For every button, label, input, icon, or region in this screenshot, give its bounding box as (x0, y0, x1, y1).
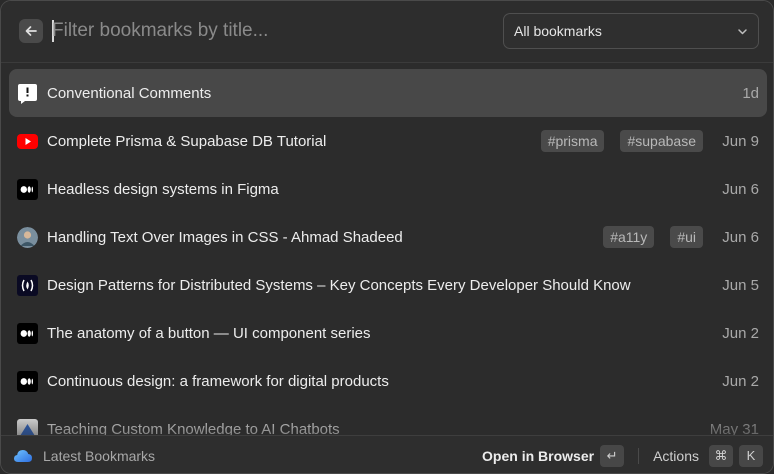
list-item[interactable]: Continuous design: a framework for digit… (9, 357, 767, 405)
list-item[interactable]: The anatomy of a button — UI component s… (9, 309, 767, 357)
freecodecamp-icon (17, 274, 38, 296)
youtube-icon (17, 131, 38, 152)
bookmark-date: Jun 9 (722, 132, 759, 150)
cloud-app-icon (14, 449, 32, 462)
list-item[interactable]: Conventional Comments 1d (9, 69, 767, 117)
search-input[interactable] (52, 15, 472, 47)
list-item[interactable]: Complete Prisma & Supabase DB Tutorial #… (9, 117, 767, 165)
bookmark-date: Jun 6 (722, 180, 759, 198)
tag-badge: #supabase (620, 130, 703, 152)
list-item[interactable]: Design Patterns for Distributed Systems … (9, 261, 767, 309)
bookmark-title: Headless design systems in Figma (47, 180, 279, 198)
list-item[interactable]: Handling Text Over Images in CSS - Ahmad… (9, 213, 767, 261)
bookmark-title: Handling Text Over Images in CSS - Ahmad… (47, 228, 403, 246)
bookmarks-window: All bookmarks Conventional Comments 1d C… (0, 0, 774, 474)
bookmark-title: Continuous design: a framework for digit… (47, 372, 389, 390)
command-key-hint: ⌘ (709, 444, 733, 467)
search-bar: All bookmarks (1, 1, 773, 63)
bookmark-title: The anatomy of a button — UI component s… (47, 324, 371, 342)
tag-badge: #ui (670, 226, 703, 248)
bookmark-filter-dropdown[interactable]: All bookmarks (503, 13, 759, 49)
bookmark-title: Teaching Custom Knowledge to AI Chatbots (47, 420, 340, 436)
bookmark-date: Jun 5 (722, 276, 759, 294)
bookmark-title: Complete Prisma & Supabase DB Tutorial (47, 132, 327, 150)
action-bar: Latest Bookmarks Open in Browser ↵ Actio… (1, 435, 773, 473)
bookmark-date: Jun 6 (722, 228, 759, 246)
tag-badge: #prisma (540, 130, 605, 152)
list-item[interactable]: Headless design systems in Figma Jun 6 (9, 165, 767, 213)
bookmark-date: 1d (742, 84, 759, 102)
chevron-down-icon (738, 28, 747, 34)
medium-icon (17, 370, 38, 392)
back-button[interactable] (19, 19, 43, 43)
bookmark-list: Conventional Comments 1d Complete Prisma… (9, 69, 767, 435)
arrow-left-icon (25, 26, 37, 36)
medium-icon (17, 322, 38, 344)
medium-icon (17, 178, 38, 200)
tag-badge: #a11y (603, 226, 655, 248)
actions-button[interactable]: Actions (653, 448, 699, 464)
avatar-icon (17, 226, 38, 248)
bookmark-title: Design Patterns for Distributed Systems … (47, 276, 631, 294)
open-in-browser-action[interactable]: Open in Browser (482, 448, 594, 464)
bookmark-date: Jun 2 (722, 372, 759, 390)
list-item[interactable]: Teaching Custom Knowledge to AI Chatbots… (9, 405, 767, 435)
app-name: Latest Bookmarks (43, 447, 156, 464)
speech-bubble-icon (17, 83, 38, 104)
bookmark-title: Conventional Comments (47, 84, 212, 102)
k-key-hint: K (739, 444, 763, 467)
bookmark-date: May 31 (709, 420, 759, 436)
footer-divider (638, 447, 640, 464)
bookmark-date: Jun 2 (722, 324, 759, 342)
site-icon (17, 418, 38, 435)
dropdown-selected-value: All bookmarks (514, 23, 602, 39)
return-key-hint: ↵ (600, 444, 625, 467)
